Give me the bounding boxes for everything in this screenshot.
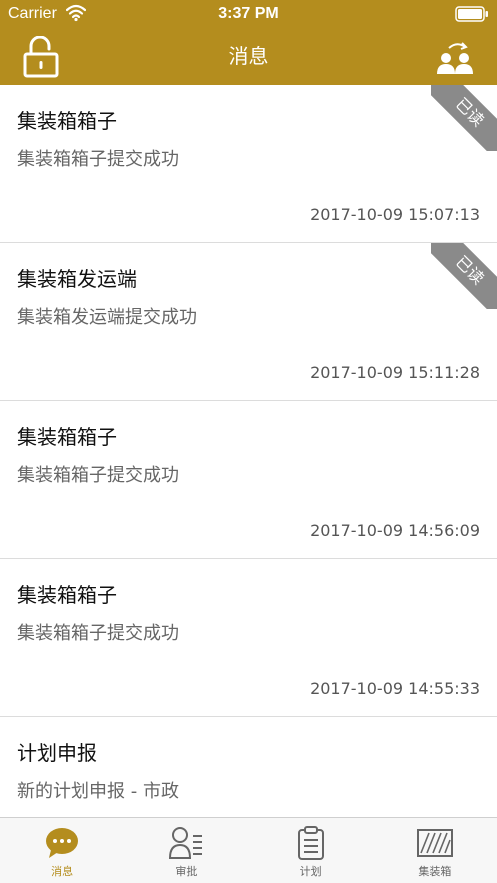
message-subtitle: 集装箱发运端提交成功 xyxy=(17,307,197,328)
read-badge: 已读 xyxy=(431,243,497,309)
tab-approval[interactable]: 审批 xyxy=(124,818,248,883)
nav-bar: 消息 xyxy=(0,28,497,85)
tab-container[interactable]: 集装箱 xyxy=(373,818,497,883)
message-title: 集装箱箱子 xyxy=(17,425,117,449)
message-item[interactable]: 计划申报 新的计划申报 - 市政 xyxy=(0,717,497,817)
approval-user-icon xyxy=(169,827,203,859)
message-title: 集装箱箱子 xyxy=(17,583,117,607)
battery-icon xyxy=(455,6,488,22)
tab-label: 集装箱 xyxy=(418,865,452,878)
switch-users-icon[interactable] xyxy=(435,40,475,76)
message-item[interactable]: 集装箱箱子 集装箱箱子提交成功 2017-10-09 14:55:33 xyxy=(0,559,497,717)
message-item[interactable]: 集装箱箱子 集装箱箱子提交成功 2017-10-09 14:56:09 xyxy=(0,401,497,559)
message-title: 集装箱箱子 xyxy=(17,109,117,133)
app-root: Carrier 3:37 PM 消息 集装箱箱子 集装箱箱子提交成功 2017-… xyxy=(0,0,497,883)
tab-bar: 消息 审批 计划 集装箱 xyxy=(0,817,497,883)
tab-plan[interactable]: 计划 xyxy=(249,818,373,883)
message-title: 计划申报 xyxy=(17,741,97,765)
message-time: 2017-10-09 15:07:13 xyxy=(310,205,480,224)
message-time: 2017-10-09 14:55:33 xyxy=(310,679,480,698)
read-badge: 已读 xyxy=(431,85,497,151)
message-subtitle: 集装箱箱子提交成功 xyxy=(17,465,179,486)
status-time: 3:37 PM xyxy=(218,5,279,22)
message-item[interactable]: 集装箱箱子 集装箱箱子提交成功 2017-10-09 15:07:13 已读 xyxy=(0,85,497,243)
tab-label: 计划 xyxy=(299,865,322,878)
message-subtitle: 新的计划申报 - 市政 xyxy=(17,781,179,802)
tab-label: 审批 xyxy=(175,865,198,878)
status-bar: Carrier 3:37 PM xyxy=(0,0,497,28)
page-title: 消息 xyxy=(228,44,269,68)
tab-messages[interactable]: 消息 xyxy=(0,818,124,883)
clipboard-icon xyxy=(297,826,324,860)
message-subtitle: 集装箱箱子提交成功 xyxy=(17,149,179,170)
message-title: 集装箱发运端 xyxy=(17,267,137,291)
tab-label: 消息 xyxy=(51,865,74,878)
message-subtitle: 集装箱箱子提交成功 xyxy=(17,623,179,644)
message-item[interactable]: 集装箱发运端 集装箱发运端提交成功 2017-10-09 15:11:28 已读 xyxy=(0,243,497,401)
message-time: 2017-10-09 15:11:28 xyxy=(310,363,480,382)
container-icon xyxy=(416,829,453,857)
chat-bubble-icon xyxy=(46,828,79,858)
message-time: 2017-10-09 14:56:09 xyxy=(310,521,480,540)
message-list[interactable]: 集装箱箱子 集装箱箱子提交成功 2017-10-09 15:07:13 已读 集… xyxy=(0,85,497,817)
